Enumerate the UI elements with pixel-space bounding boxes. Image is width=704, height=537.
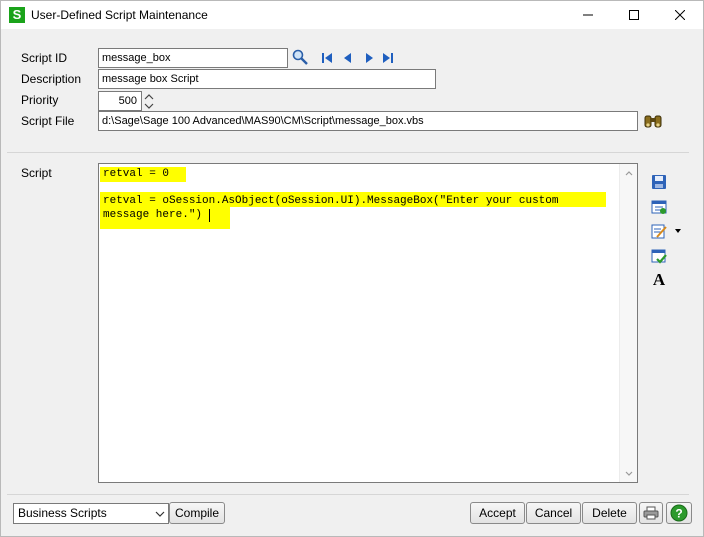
window-title: User-Defined Script Maintenance [31, 8, 208, 22]
maximize-button[interactable] [611, 1, 657, 29]
edit-menu-dropdown[interactable] [673, 222, 683, 240]
close-button[interactable] [657, 1, 703, 29]
script-category-value: Business Scripts [18, 506, 107, 520]
printer-icon [643, 506, 659, 520]
code-line: retval = 0 [103, 168, 170, 180]
script-label: Script [21, 166, 52, 180]
previous-record-button[interactable] [340, 50, 356, 66]
help-button[interactable]: ? [666, 502, 692, 524]
chevron-down-icon [155, 511, 165, 517]
priority-spinner[interactable] [144, 92, 154, 111]
validate-script-button[interactable] [650, 247, 668, 265]
script-file-label-text: Script File [21, 114, 75, 128]
accept-button-label: Accept [479, 506, 516, 520]
accept-button[interactable]: Accept [470, 502, 525, 524]
last-record-icon [383, 53, 393, 63]
priority-label-text: Priority [21, 93, 59, 107]
cancel-button[interactable]: Cancel [526, 502, 581, 524]
delete-button-label: Delete [592, 506, 627, 520]
compile-button-label: Compile [174, 506, 219, 520]
next-record-icon [366, 53, 373, 63]
svg-text:?: ? [675, 507, 682, 521]
script-id-input[interactable]: message_box [98, 48, 288, 68]
script-file-label: Script File [21, 114, 74, 128]
edit-script-button[interactable] [650, 222, 668, 240]
code-line: retval = oSession.AsObject(oSession.UI).… [103, 195, 559, 207]
scroll-up-button[interactable] [620, 164, 637, 181]
save-script-button[interactable] [650, 173, 668, 191]
lookup-button[interactable] [291, 48, 309, 66]
browse-file-button[interactable] [644, 112, 662, 130]
script-id-label: Script ID [21, 51, 67, 65]
script-id-label-text: Script ID [21, 51, 68, 65]
maximize-icon [629, 10, 639, 20]
description-label: Description [21, 72, 81, 86]
delete-button[interactable]: Delete [582, 502, 637, 524]
title-bar: S User-Defined Script Maintenance [1, 1, 703, 29]
section-divider [7, 152, 689, 153]
priority-input[interactable]: 500 [98, 91, 142, 111]
minimize-icon [583, 14, 593, 16]
footer-divider [7, 494, 689, 495]
font-icon: A [652, 270, 666, 289]
save-icon [652, 175, 666, 189]
minimize-button[interactable] [565, 1, 611, 29]
script-editor[interactable]: retval = 0 retval = oSession.AsObject(oS… [98, 163, 638, 483]
description-input[interactable]: message box Script [98, 69, 436, 89]
previous-record-icon [344, 53, 351, 63]
search-icon [292, 49, 308, 65]
description-label-text: Description [21, 72, 82, 86]
help-icon: ? [670, 504, 688, 522]
check-document-icon [651, 249, 667, 264]
scroll-down-button[interactable] [620, 465, 637, 482]
priority-label: Priority [21, 93, 58, 107]
binoculars-icon [644, 115, 662, 128]
print-button[interactable] [639, 502, 663, 524]
vertical-scrollbar[interactable] [619, 164, 637, 482]
text-cursor [209, 209, 210, 222]
code-line: message here.") [103, 209, 203, 221]
script-category-select[interactable]: Business Scripts [13, 503, 169, 524]
spinner-arrows-icon [144, 94, 154, 109]
close-icon [675, 10, 685, 20]
script-maintenance-window: S User-Defined Script Maintenance Script… [0, 0, 704, 537]
next-record-button[interactable] [361, 50, 377, 66]
dropdown-arrow-icon [675, 229, 681, 233]
new-script-button[interactable] [650, 198, 668, 216]
cancel-button-label: Cancel [534, 506, 573, 520]
edit-icon [651, 224, 667, 239]
chevron-down-icon [625, 471, 632, 476]
first-record-icon [322, 53, 332, 63]
new-document-icon [651, 200, 667, 214]
first-record-button[interactable] [319, 50, 335, 66]
last-record-button[interactable] [380, 50, 396, 66]
sage-app-icon: S [9, 7, 25, 23]
font-settings-button[interactable]: A [650, 270, 668, 289]
script-file-input[interactable]: d:\Sage\Sage 100 Advanced\MAS90\CM\Scrip… [98, 111, 638, 131]
chevron-up-icon [625, 170, 632, 175]
compile-button[interactable]: Compile [169, 502, 225, 524]
